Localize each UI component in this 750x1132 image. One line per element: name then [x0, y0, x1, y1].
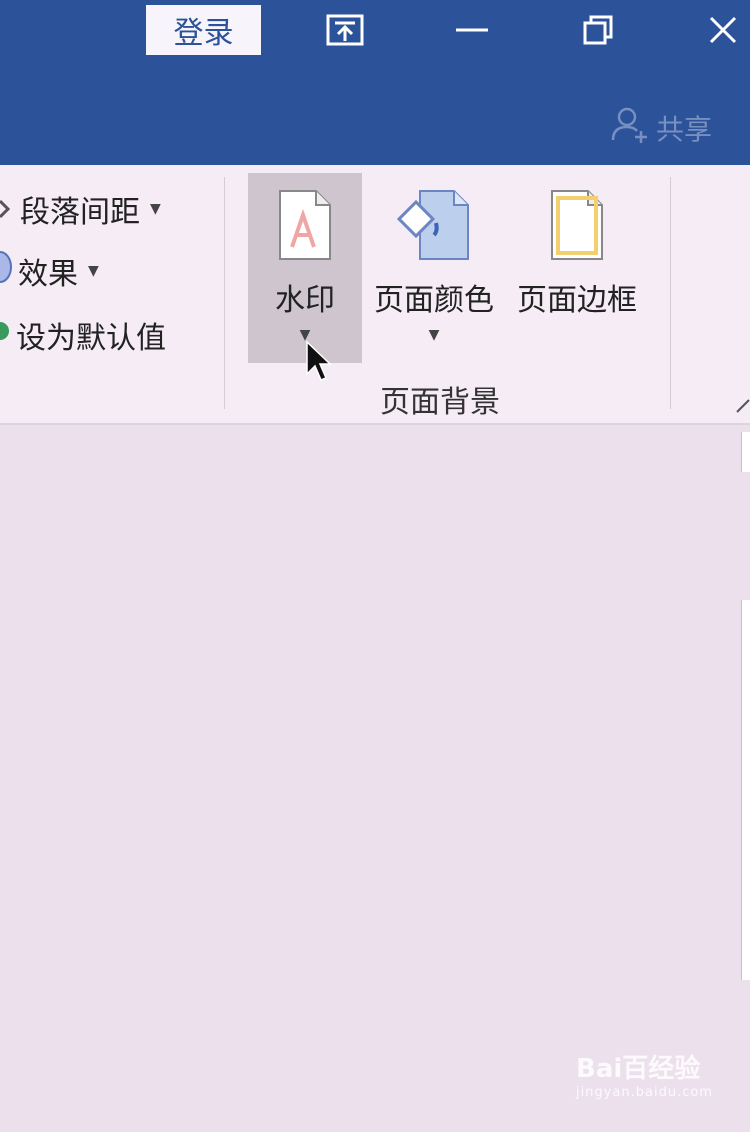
- close-icon[interactable]: [703, 12, 743, 48]
- share-user-icon: [610, 104, 650, 151]
- page-borders-icon: [548, 189, 606, 269]
- page-borders-label: 页面边框: [517, 283, 637, 318]
- set-as-default-button[interactable]: 设为默认值: [0, 313, 166, 357]
- scrollbar-top[interactable]: [741, 432, 750, 472]
- page-color-label: 页面颜色: [374, 283, 494, 318]
- paragraph-spacing-label: 段落间距: [20, 195, 140, 230]
- ribbon-display-options-icon[interactable]: [325, 12, 365, 48]
- chevron-down-icon: ▼: [88, 263, 99, 279]
- set-default-icon: [0, 316, 10, 354]
- title-bar: 登录 共享: [0, 0, 750, 165]
- page-color-button[interactable]: 页面颜色 ▼: [366, 173, 502, 343]
- watermark-icon: [276, 189, 334, 269]
- group-separator: [670, 177, 671, 409]
- ribbon-collapse-icon[interactable]: [735, 390, 750, 420]
- effects-icon: [0, 250, 12, 292]
- chevron-down-icon: ▼: [150, 201, 161, 217]
- effects-button[interactable]: 效果 ▼: [0, 249, 99, 293]
- watermark-brand-text: Bai百经验: [576, 1054, 701, 1084]
- ribbon: 段落间距 ▼ 效果 ▼ 设为默认值 水印 ▼ 页面颜色 ▼ 页面边框 页面背景: [0, 165, 750, 425]
- login-button[interactable]: 登录: [146, 5, 261, 55]
- group-separator: [224, 177, 225, 409]
- page-borders-button[interactable]: 页面边框: [510, 173, 644, 319]
- share-label: 共享: [656, 112, 713, 146]
- set-default-label: 设为默认值: [16, 321, 166, 356]
- share-button[interactable]: 共享: [610, 104, 712, 151]
- paragraph-spacing-icon: [0, 192, 14, 227]
- scrollbar-thumb[interactable]: [741, 600, 750, 980]
- watermark-label: 水印: [275, 283, 335, 318]
- minimize-icon[interactable]: [452, 12, 492, 48]
- effects-label: 效果: [18, 257, 78, 292]
- watermark-button[interactable]: 水印 ▼: [248, 173, 362, 363]
- paragraph-spacing-button[interactable]: 段落间距 ▼: [0, 187, 161, 231]
- baidu-jingyan-watermark: Bai百经验 jingyan.baidu.com: [576, 1048, 713, 1100]
- mouse-cursor-icon: [305, 340, 332, 388]
- page-color-icon: [394, 189, 474, 269]
- restore-icon[interactable]: [578, 12, 618, 48]
- document-area[interactable]: [0, 425, 750, 1132]
- page-background-group-label: 页面背景: [380, 385, 500, 420]
- chevron-down-icon: ▼: [428, 327, 440, 343]
- watermark-url: jingyan.baidu.com: [576, 1085, 713, 1100]
